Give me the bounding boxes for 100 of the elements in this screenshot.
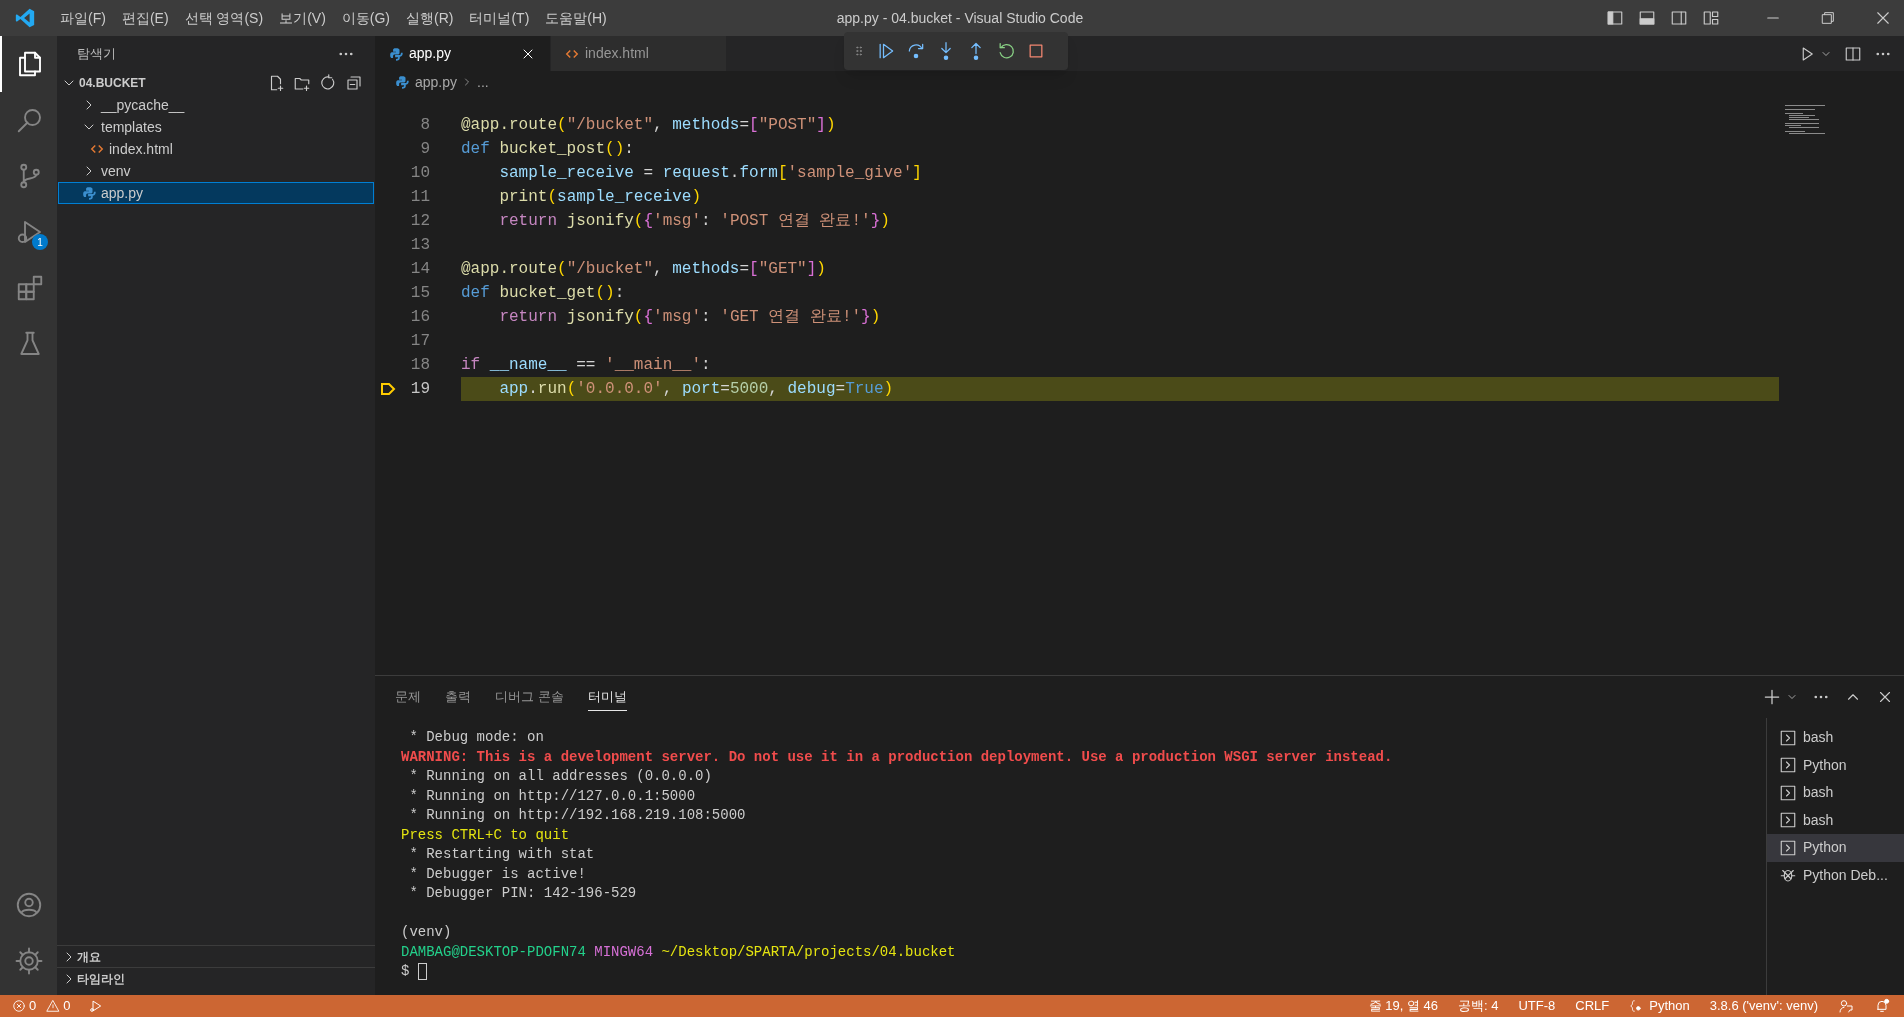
line-number: 12 xyxy=(409,211,430,232)
restore-icon[interactable] xyxy=(1820,10,1836,26)
menu-item[interactable]: 실행(R) xyxy=(398,7,462,29)
terminal-text: (venv) xyxy=(401,923,452,942)
warning-count[interactable]: 0 xyxy=(46,996,71,1016)
terminal-text: WARNING: This is a development server. Do not use it in a production deployment. Use a production WSGI server instead. xyxy=(401,747,1393,767)
line-number: 9 xyxy=(419,139,430,160)
collapse-all-icon[interactable] xyxy=(345,74,363,92)
panel-tab[interactable]: 문제 xyxy=(395,682,421,712)
terminal-icon xyxy=(1779,728,1797,747)
feedback-icon[interactable] xyxy=(1838,998,1854,1014)
code-line: @app.route("/bucket", methods=["GET"]) xyxy=(461,259,826,280)
code-brackets-icon xyxy=(90,142,104,156)
warning-icon xyxy=(46,999,61,1013)
terminal-text: $ xyxy=(401,962,410,981)
panel-layout-icon[interactable] xyxy=(1638,9,1656,27)
app-logo-icon xyxy=(14,7,36,29)
terminal-text: * Running on http://192.168.219.108:5000 xyxy=(408,806,746,825)
line-number: 18 xyxy=(409,355,430,376)
code-line: def bucket_post(): xyxy=(461,139,634,160)
refresh-icon[interactable] xyxy=(319,74,337,92)
terminal-tab[interactable]: bash xyxy=(1767,806,1904,834)
terminal-text: DAMBAG@DESKTOP-PDOFN74 xyxy=(401,942,586,962)
tree-item[interactable]: __pycache__ xyxy=(58,94,374,116)
terminal-icon xyxy=(1779,783,1797,802)
python-file-icon xyxy=(395,75,409,89)
line-number: 19 xyxy=(409,379,430,400)
terminal-cursor xyxy=(417,963,427,981)
window-title: app.py - 04.bucket - Visual Studio Code xyxy=(835,8,1085,28)
breadcrumb-item[interactable]: app.py xyxy=(395,71,458,93)
code-line: def bucket_get(): xyxy=(461,283,625,304)
settings-icon[interactable] xyxy=(13,946,44,976)
folder-name: 04.BUCKET xyxy=(79,75,146,92)
terminal-text: Press CTRL+C to quit xyxy=(401,825,570,845)
python-file-icon xyxy=(82,186,96,200)
panel-tab[interactable]: 터미널 xyxy=(587,682,627,712)
editor-tab[interactable]: index.html xyxy=(551,36,727,71)
section-header[interactable]: 타임라인 xyxy=(57,967,375,989)
terminal-icon xyxy=(1779,811,1797,830)
layout-grid-icon[interactable] xyxy=(1702,9,1720,27)
folder-header[interactable]: 04.BUCKET xyxy=(61,74,146,92)
tree-item[interactable]: venv xyxy=(58,160,374,182)
editor-tab[interactable]: app.py xyxy=(375,36,551,71)
menu-item[interactable]: 보기(V) xyxy=(271,7,334,29)
status-item[interactable]: 줄 19, 열 46 xyxy=(1368,996,1438,1016)
terminal-text: * Debugger PIN: 142-196-529 xyxy=(408,884,637,903)
tree-item[interactable]: templates xyxy=(58,116,374,138)
terminal-text: ~/Desktop/SPARTA/projects/04.bucket xyxy=(661,942,956,962)
status-item[interactable]: 3.8.6 ('venv': venv) xyxy=(1709,996,1818,1016)
terminal-tab[interactable]: bash xyxy=(1767,779,1904,807)
notification-badge: 1 xyxy=(32,234,48,250)
menu-item[interactable]: 이동(G) xyxy=(333,7,398,29)
line-number: 15 xyxy=(409,283,430,304)
tree-item[interactable]: app.py xyxy=(58,182,374,204)
menu-item[interactable]: 터미널(T) xyxy=(461,7,538,29)
terminal-tab[interactable]: bash xyxy=(1767,724,1904,752)
code-line: @app.route("/bucket", methods=["POST"]) xyxy=(461,115,836,136)
menu-item[interactable]: 파일(F) xyxy=(52,7,114,29)
close-icon[interactable] xyxy=(1874,9,1892,27)
menu-item[interactable]: 편집(E) xyxy=(113,7,177,29)
sidebar-title: 탐색기 xyxy=(77,45,116,64)
sidebar-layout-icon[interactable] xyxy=(1606,9,1624,27)
panel-tab[interactable]: 출력 xyxy=(445,682,471,712)
current-line-arrow-icon xyxy=(379,381,396,397)
line-number: 8 xyxy=(419,115,430,136)
status-item[interactable]: 공백: 4 xyxy=(1457,996,1499,1016)
split-editor-icon[interactable] xyxy=(1844,44,1862,63)
panel-tab[interactable]: 디버그 콘솔 xyxy=(495,682,564,712)
terminal-icon xyxy=(1779,838,1797,857)
status-item[interactable]: UTF-8 xyxy=(1518,996,1556,1016)
code-line: sample_receive = request.form['sample_give'] xyxy=(498,163,922,184)
terminal-text: * Restarting with stat xyxy=(408,845,595,864)
terminal-text: * Debug mode: on xyxy=(408,728,544,747)
tree-item[interactable]: index.html xyxy=(58,138,374,160)
terminal-icon xyxy=(1779,756,1797,775)
step-over-icon[interactable] xyxy=(906,41,926,61)
section-header[interactable]: 개요 xyxy=(57,945,375,967)
code-line: return jsonify({'msg': 'GET 연결 완료!'}) xyxy=(498,307,881,328)
error-count[interactable]: 0 xyxy=(12,996,37,1016)
bell-icon[interactable] xyxy=(1874,998,1890,1014)
breadcrumb-item[interactable]: ... xyxy=(477,71,489,93)
terminal-tab[interactable]: Python Deb... xyxy=(1767,861,1904,889)
secondary-sidebar-layout-icon[interactable] xyxy=(1670,9,1688,27)
line-number: 16 xyxy=(409,307,430,328)
terminal-tab[interactable]: Python xyxy=(1767,751,1904,779)
status-item[interactable]: CRLF xyxy=(1575,996,1610,1016)
braces-icon xyxy=(1629,999,1644,1013)
terminal-text: * Running on all addresses (0.0.0.0) xyxy=(408,767,712,786)
python-file-icon xyxy=(389,46,403,61)
line-number: 13 xyxy=(409,235,430,256)
plus-icon[interactable] xyxy=(1762,687,1782,707)
menu-item[interactable]: 도움말(H) xyxy=(537,7,615,29)
menu-item[interactable]: 선택 영역(S) xyxy=(176,7,272,29)
line-number: 10 xyxy=(409,163,430,184)
code-line: return jsonify({'msg': 'POST 연결 완료!'}) xyxy=(498,211,890,232)
language-mode[interactable]: Python xyxy=(1629,996,1690,1016)
error-icon xyxy=(12,999,26,1013)
terminal-text: * Running on http://127.0.0.1:5000 xyxy=(408,786,696,806)
terminal-text: * Debugger is active! xyxy=(408,864,586,884)
terminal-tab[interactable]: Python xyxy=(1767,834,1904,862)
